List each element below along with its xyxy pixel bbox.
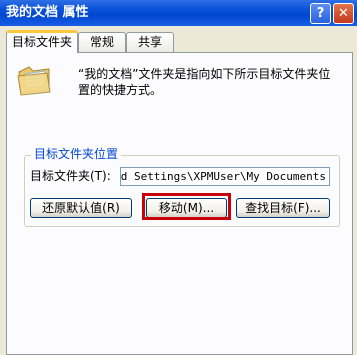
help-button[interactable]: ?: [310, 3, 331, 24]
close-button[interactable]: ✕: [333, 3, 354, 24]
target-field-label: 目标文件夹(T):: [30, 169, 111, 183]
folder-icon: [17, 66, 51, 96]
folder-description: “我的文档”文件夹是指向如下所示目标文件夹位置的快捷方式。: [78, 67, 331, 97]
group-label: 目标文件夹位置: [31, 147, 122, 161]
restore-default-button[interactable]: 还原默认值(R): [30, 198, 132, 218]
tab-general[interactable]: 常规: [78, 32, 126, 52]
tab-sharing[interactable]: 共享: [126, 32, 174, 52]
title-bar: 我的文档 属性 ? ✕: [0, 0, 357, 26]
tab-target-folder[interactable]: 目标文件夹: [6, 30, 78, 53]
find-target-button[interactable]: 查找目标(F)...: [236, 198, 330, 218]
window-title: 我的文档 属性: [6, 5, 89, 20]
move-button-highlight: [142, 193, 231, 220]
target-path-input[interactable]: and Settings\XPMUser\My Documents: [120, 167, 330, 186]
properties-dialog: 我的文档 属性 ? ✕ 目标文件夹 常规 共享 “我的文档”文件夹是指向如下所示…: [0, 0, 357, 355]
target-path-value: and Settings\XPMUser\My Documents: [120, 170, 326, 183]
